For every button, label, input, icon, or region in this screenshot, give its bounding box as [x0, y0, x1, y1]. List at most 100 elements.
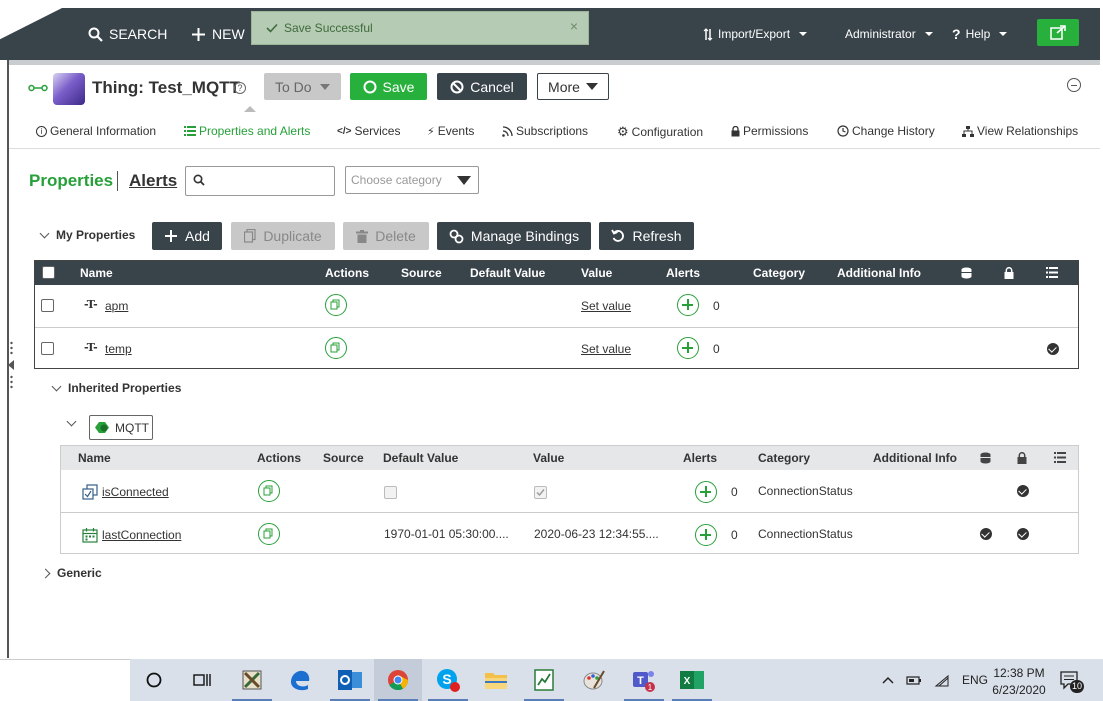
taskbar-app-teams[interactable]: T 1 [620, 659, 668, 701]
tab-events[interactable]: ⚡ Events [427, 124, 474, 138]
column-header[interactable]: Additional Info [837, 266, 921, 280]
select-all-checkbox[interactable] [42, 266, 55, 279]
inherited-properties-toggle[interactable]: Inherited Properties [51, 381, 181, 395]
tab-permissions[interactable]: Permissions [731, 124, 808, 138]
mqtt-template-tag[interactable]: MQTT [89, 415, 153, 440]
row-checkbox[interactable] [41, 342, 54, 355]
skype-icon: S [437, 669, 460, 692]
import-export-menu[interactable]: Import/Export [703, 25, 808, 43]
generic-toggle[interactable]: Generic [40, 566, 102, 580]
wifi-icon[interactable] [934, 674, 950, 687]
property-name-link[interactable]: isConnected [102, 485, 169, 499]
column-header[interactable]: Default Value [383, 451, 458, 465]
property-search-input[interactable] [210, 171, 330, 191]
column-header[interactable]: Source [323, 451, 364, 465]
set-value-link[interactable]: Set value [581, 342, 631, 356]
subtab-alerts[interactable]: Alerts [129, 171, 177, 191]
more-button[interactable]: More [537, 73, 609, 100]
property-name-link[interactable]: lastConnection [102, 528, 181, 542]
taskbar-app-paint[interactable] [570, 659, 618, 701]
column-header[interactable]: Name [78, 451, 111, 465]
help-icon[interactable]: ? [234, 82, 246, 94]
add-alert-icon[interactable] [695, 481, 717, 503]
add-alert-icon[interactable] [677, 337, 699, 359]
tab-services[interactable]: </> Services [337, 124, 400, 138]
close-icon[interactable]: × [570, 18, 578, 34]
table-row[interactable]: -T- temp Set value 0 [35, 327, 1078, 369]
column-header[interactable]: Name [80, 266, 113, 280]
copy-icon[interactable] [258, 523, 280, 545]
search-button[interactable]: SEARCH [88, 23, 167, 45]
column-header[interactable]: Value [581, 266, 612, 280]
help-menu[interactable]: ? Help [952, 25, 1008, 43]
set-value-link[interactable]: Set value [581, 299, 631, 313]
taskbar-app-skype[interactable]: S [424, 659, 472, 701]
table-row[interactable]: lastConnection 1970-01-01 05:30:00.... 2… [61, 512, 1078, 554]
manage-bindings-button[interactable]: Manage Bindings [437, 222, 591, 250]
category-dropdown[interactable]: Choose category [345, 166, 479, 194]
taskbar-app-edge[interactable] [276, 659, 324, 701]
alert-count: 0 [713, 342, 720, 356]
my-properties-toggle[interactable]: My Properties [39, 228, 135, 242]
cortana-search-button[interactable] [130, 659, 178, 701]
column-header[interactable]: Actions [325, 266, 369, 280]
property-name-link[interactable]: temp [105, 342, 132, 356]
collapse-panel-icon[interactable] [8, 360, 14, 370]
clock-date: 6/23/2020 [992, 683, 1046, 697]
taskbar-app-outlook[interactable] [326, 659, 374, 701]
taskbar-app-chrome[interactable] [374, 659, 422, 701]
add-alert-icon[interactable] [677, 294, 699, 316]
language-indicator[interactable]: ENG [962, 673, 988, 687]
copy-icon[interactable] [325, 337, 347, 359]
taskbar-app-file-explorer[interactable] [472, 659, 520, 701]
add-property-button[interactable]: Add [152, 222, 222, 250]
subtab-properties[interactable]: Properties [29, 171, 113, 191]
copy-icon[interactable] [325, 294, 347, 316]
property-name-link[interactable]: apm [105, 299, 128, 313]
column-header[interactable]: Category [758, 451, 810, 465]
user-menu[interactable]: Administrator [845, 25, 933, 43]
column-header[interactable]: Additional Info [873, 451, 957, 465]
tab-view-relationships[interactable]: View Relationships [962, 124, 1078, 138]
column-header[interactable]: Value [533, 451, 564, 465]
column-header[interactable]: Source [401, 266, 442, 280]
table-row[interactable]: -T- apm Set value 0 [35, 285, 1078, 327]
taskbar-app-chart[interactable] [520, 659, 568, 701]
row-checkbox[interactable] [41, 299, 54, 312]
mqtt-group-toggle[interactable] [66, 416, 77, 427]
open-external-button[interactable] [1037, 19, 1079, 46]
chevron-down-icon [999, 32, 1008, 36]
tab-configuration[interactable]: ⚙ Configuration [617, 124, 703, 140]
tab-general-information[interactable]: i General Information [36, 124, 156, 138]
taskbar-clock[interactable]: 12:38 PM 6/23/2020 [990, 665, 1048, 699]
new-button[interactable]: NEW [191, 23, 245, 45]
column-header[interactable]: Default Value [470, 266, 545, 280]
duplicate-button[interactable]: Duplicate [231, 222, 335, 250]
tab-change-history[interactable]: Change History [837, 124, 935, 138]
refresh-button[interactable]: Refresh [599, 222, 694, 250]
battery-icon[interactable] [906, 674, 922, 686]
tab-label: Configuration [631, 125, 704, 139]
taskbar-app-excel[interactable]: X [668, 659, 716, 701]
save-button[interactable]: Save [350, 73, 427, 100]
tab-subscriptions[interactable]: Subscriptions [502, 124, 588, 138]
chevron-up-icon[interactable] [882, 676, 894, 684]
task-view-button[interactable] [178, 659, 226, 701]
taskbar-app-tools[interactable] [228, 659, 276, 701]
tab-label: Properties and Alerts [199, 124, 311, 138]
add-alert-icon[interactable] [695, 524, 717, 546]
delete-label: Delete [375, 228, 416, 244]
column-header[interactable]: Actions [257, 451, 301, 465]
tab-properties-and-alerts[interactable]: Properties and Alerts [184, 124, 310, 138]
state-dropdown[interactable]: To Do [264, 73, 341, 100]
column-header[interactable]: Alerts [683, 451, 717, 465]
copy-icon[interactable] [258, 480, 280, 502]
column-header[interactable]: Category [753, 266, 805, 280]
collapse-icon[interactable] [1067, 78, 1081, 92]
search-icon [193, 174, 205, 186]
table-header: Name Actions Source Default Value Value … [61, 446, 1078, 470]
table-row[interactable]: isConnected 0 ConnectionStatus [61, 470, 1078, 512]
cancel-button[interactable]: Cancel [437, 73, 527, 100]
delete-button[interactable]: Delete [343, 222, 429, 250]
column-header[interactable]: Alerts [666, 266, 700, 280]
